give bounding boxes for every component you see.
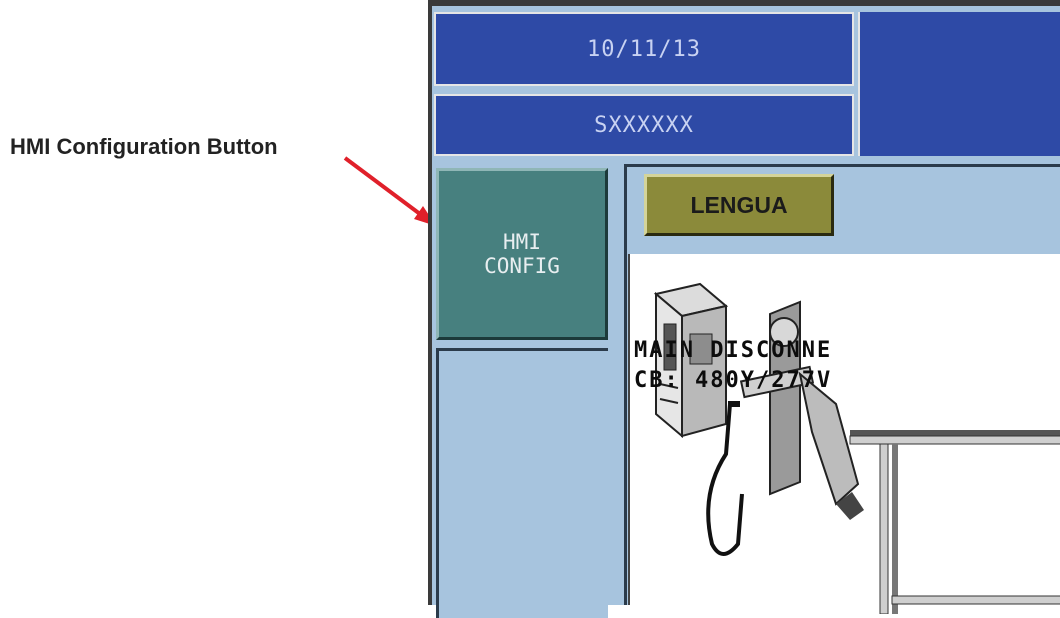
sidebar-empty-panel	[436, 348, 608, 618]
disconnect-title: MAIN DISCONNE	[634, 338, 833, 363]
hmi-config-button[interactable]: HMI CONFIG	[436, 168, 608, 340]
hmi-screen-inner: 10/11/13 SXXXXXX HMI CONFIG LENGUA MAIN …	[432, 6, 1060, 618]
hmi-screen: 10/11/13 SXXXXXX HMI CONFIG LENGUA MAIN …	[428, 0, 1060, 618]
hmi-config-label-line1: HMI	[503, 230, 541, 254]
date-display: 10/11/13	[434, 12, 854, 86]
serial-display: SXXXXXX	[434, 94, 854, 156]
header-right-panel	[858, 12, 1060, 156]
busbar-frame-icon	[849, 430, 1060, 614]
disconnect-diagram	[653, 282, 1060, 614]
main-content-panel: MAIN DISCONNE CB: 480Y/277V	[628, 254, 1060, 614]
language-button[interactable]: LENGUA	[644, 174, 834, 236]
hmi-config-label-line2: CONFIG	[484, 254, 560, 278]
disconnect-rating: CB: 480Y/277V	[634, 368, 833, 393]
